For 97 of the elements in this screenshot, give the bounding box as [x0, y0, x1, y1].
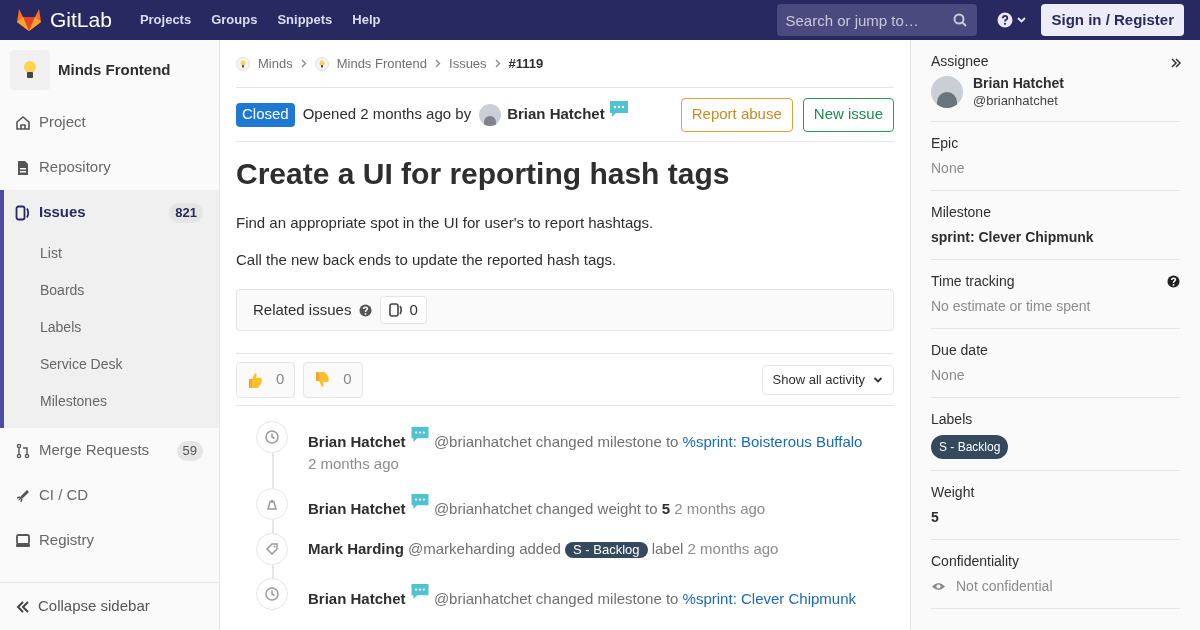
count-badge: 821 — [169, 202, 203, 223]
avatar — [931, 76, 963, 108]
author-link[interactable]: Mark Harding — [308, 540, 404, 557]
breadcrumb-link[interactable]: Issues — [449, 53, 487, 74]
count-badge: 59 — [176, 440, 203, 461]
section-title: Assignee — [931, 52, 989, 71]
sidebar-item[interactable]: CI / CD — [4, 473, 219, 518]
search-icon — [953, 13, 968, 27]
timestamp: 2 months ago — [674, 500, 766, 517]
section-value: None — [931, 159, 966, 178]
sidebar-item[interactable]: Project — [4, 100, 219, 145]
opened-text: Opened 2 months ago by — [302, 104, 472, 125]
registry-icon — [15, 532, 31, 549]
submenu-item[interactable]: List — [4, 235, 219, 272]
nav-link[interactable]: Snippets — [277, 10, 333, 30]
label-badge[interactable]: S - Backlog — [565, 542, 648, 558]
sidebar-item[interactable]: Issues 821 — [4, 190, 219, 235]
section-value: None — [931, 366, 966, 385]
chevron-right-icon — [494, 59, 501, 68]
nav-link[interactable]: Help — [352, 10, 381, 30]
sidebar-item[interactable]: Repository — [4, 145, 219, 190]
milestone-link[interactable]: %sprint: Clever Chipmunk — [682, 590, 856, 607]
section-value: sprint: Clever Chipmunk — [931, 228, 1095, 247]
assignee-name[interactable]: Brian Hatchet — [973, 74, 1065, 92]
author-link[interactable]: Brian Hatchet — [308, 433, 406, 450]
tag-icon — [264, 541, 280, 557]
assignee-handle: @brianhatchet — [973, 92, 1059, 110]
label-badge[interactable]: S - Backlog — [931, 435, 1009, 459]
clock-icon — [264, 586, 280, 602]
new-issue-button[interactable]: New issue — [802, 97, 894, 132]
timestamp: 2 months ago — [687, 540, 779, 557]
submenu-item[interactable]: Labels — [4, 309, 219, 346]
related-count-badge: 0 — [380, 296, 427, 324]
section-title: Labels — [931, 410, 973, 429]
section-title: Due date — [931, 341, 988, 360]
nav-link[interactable]: Projects — [139, 10, 192, 30]
merge-request-icon — [15, 442, 31, 459]
submenu-item[interactable]: Boards — [4, 272, 219, 309]
activity-filter-dropdown[interactable]: Show all activity — [761, 364, 894, 395]
project-avatar[interactable] — [10, 50, 50, 90]
expand-sidebar-icon[interactable] — [1170, 57, 1182, 69]
thumbs-up-button[interactable]: 0 — [236, 361, 296, 398]
help-icon[interactable] — [359, 303, 373, 317]
chevrons-left-icon — [16, 600, 30, 613]
timestamp: 2 months ago — [308, 455, 399, 472]
author-link[interactable]: Brian Hatchet — [308, 590, 406, 607]
issues-icon — [389, 303, 404, 317]
clock-icon — [264, 429, 280, 445]
author-link[interactable]: Brian Hatchet — [507, 103, 605, 126]
submenu-item[interactable]: Milestones — [4, 383, 219, 420]
section-title: Confidentiality — [931, 552, 1019, 571]
milestone-link[interactable]: %sprint: Boisterous Buffalo — [682, 433, 863, 450]
project-name[interactable]: Minds Frontend — [58, 58, 171, 82]
brand-name[interactable]: GitLab — [50, 4, 112, 36]
help-icon[interactable] — [1167, 275, 1180, 288]
section-value: No estimate or time spent — [931, 297, 1092, 316]
sidebar-item[interactable]: Merge Requests 59 — [4, 428, 219, 473]
chevron-down-icon — [873, 375, 883, 384]
thumbs-down-button[interactable]: 0 — [303, 361, 363, 398]
lightbulb-icon — [23, 60, 37, 80]
chevron-right-icon — [435, 59, 441, 68]
avatar — [479, 103, 502, 126]
section-title: Weight — [931, 483, 975, 502]
section-title: Milestone — [931, 203, 991, 222]
breadcrumb-link[interactable]: Minds Frontend — [336, 53, 427, 74]
submenu-item[interactable]: Service Desk — [4, 346, 219, 383]
activity-text: @markeharding added — [408, 540, 561, 557]
eye-icon — [931, 581, 946, 592]
activity-text: @brianhatchet changed milestone to — [433, 433, 679, 450]
breadcrumb-link[interactable]: Minds — [258, 53, 293, 74]
home-icon — [15, 114, 31, 131]
collapse-sidebar-button[interactable]: Collapse sidebar — [0, 582, 219, 630]
issues-icon — [15, 204, 31, 221]
thumbs-up-icon — [247, 370, 264, 389]
sign-in-button[interactable]: Sign in / Register — [1041, 4, 1184, 36]
description-paragraph: Find an appropriate spot in the UI for user's to report hashtags. — [236, 213, 655, 233]
description-paragraph: Call the new back ends to update the reported hash tags. — [236, 250, 618, 270]
search-field[interactable]: Search or jump to… — [777, 4, 978, 36]
section-title: Time tracking — [931, 272, 1015, 291]
issue-title: Create a UI for reporting hash tags — [236, 156, 731, 192]
section-value: Not confidential — [956, 577, 1053, 596]
section-value: 5 — [931, 508, 940, 527]
related-issues-label: Related issues — [253, 299, 352, 320]
status-badge: Closed — [236, 102, 295, 127]
chevron-right-icon — [300, 59, 307, 68]
nav-link[interactable]: Groups — [211, 10, 258, 30]
activity-text: @brianhatchet changed weight to 5 — [433, 500, 671, 517]
section-title: Epic — [931, 134, 959, 153]
chat-icon — [608, 100, 629, 118]
document-icon — [15, 159, 31, 176]
sidebar-item[interactable]: Registry — [4, 518, 219, 563]
gitlab-logo-icon[interactable] — [16, 8, 42, 32]
activity-text: label — [651, 540, 684, 557]
breadcrumb-link[interactable]: #1119 — [508, 53, 544, 74]
thumbs-down-icon — [314, 370, 332, 389]
activity-text: @brianhatchet changed milestone to — [433, 590, 679, 607]
author-link[interactable]: Brian Hatchet — [308, 500, 406, 517]
